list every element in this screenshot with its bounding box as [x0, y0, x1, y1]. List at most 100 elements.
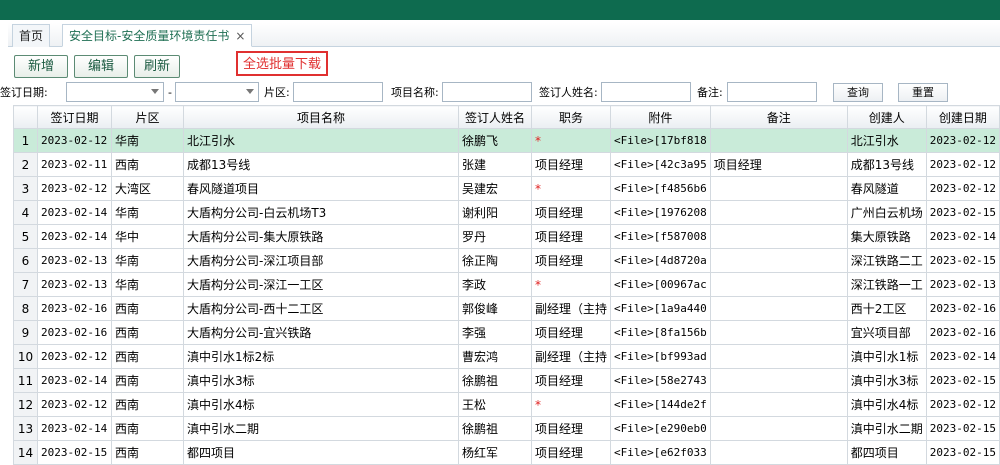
table-cell: 2023-02-12 — [37, 344, 112, 369]
add-button[interactable]: 新增 — [14, 55, 68, 78]
query-button[interactable]: 查询 — [833, 83, 883, 102]
table-cell: 项目经理 — [530, 224, 612, 249]
table-cell[interactable]: <File>[58e2743 — [610, 368, 711, 393]
table-cell[interactable]: <File>[e290eb0 — [610, 416, 711, 441]
table-cell: 2023-02-14 — [37, 200, 112, 225]
table-cell[interactable]: <File>[1a9a440 — [610, 296, 711, 321]
table-row[interactable]: 2 2023-02-11 西南 成都13号线 张建 项目经理 <File>[42c3a95 项… — [13, 152, 1000, 177]
project-name-label: 项目名称: — [391, 86, 439, 99]
table-cell: 项目经理 — [530, 248, 612, 273]
sign-date-start-field[interactable] — [66, 82, 164, 102]
table-cell: 张建 — [458, 152, 532, 177]
table-row[interactable]: 11 2023-02-14 西南 滇中引水3标 徐鹏祖 项目经理 <File>[58e274… — [13, 368, 1000, 393]
table-row[interactable]: 7 2023-02-13 华南 大盾构分公司-深江一工区 李政 * <File>[00967… — [13, 272, 1000, 297]
table-cell[interactable]: <File>[1976208 — [610, 200, 711, 225]
table-cell[interactable]: <File>[f4856b6 — [610, 176, 711, 201]
column-header[interactable]: 片区 — [111, 105, 184, 129]
tab-home[interactable]: 首页 — [12, 24, 51, 47]
contract-table: 签订日期 片区 项目名称 签订人姓名 职务 附件 备注 创建人 创建日期 1 20… — [13, 105, 1000, 465]
edit-button[interactable]: 编辑 — [74, 55, 128, 78]
table-cell: 李政 — [458, 272, 532, 297]
table-cell — [709, 248, 848, 273]
table-row[interactable]: 9 2023-02-16 西南 大盾构分公司-宜兴铁路 李强 项目经理 <File>[8fa… — [13, 320, 1000, 345]
table-cell[interactable]: <File>[144de2f — [610, 392, 711, 417]
reset-button[interactable]: 重置 — [898, 83, 948, 102]
table-cell: 徐鹏飞 — [458, 128, 532, 153]
table-cell: 西南 — [111, 296, 184, 321]
table-cell — [709, 272, 848, 297]
table-cell: 西十2工区 — [846, 296, 927, 321]
table-cell: 2023-02-12 — [925, 392, 1000, 417]
table-cell: 2023-02-16 — [925, 320, 1000, 345]
sign-date-end-field[interactable] — [175, 82, 259, 102]
table-cell: 大盾构分公司-西十二工区 — [183, 296, 459, 321]
tab-strip: 首页 安全目标-安全质量环境责任书 × — [8, 23, 1000, 47]
table-cell — [709, 128, 848, 153]
column-header[interactable]: 附件 — [610, 105, 711, 129]
row-number: 5 — [13, 224, 38, 249]
table-row[interactable]: 3 2023-02-12 大湾区 春风隧道项目 吴建宏 * <File>[f4856b6 春风… — [13, 176, 1000, 201]
table-cell: 西南 — [111, 344, 184, 369]
table-cell: 华南 — [111, 248, 184, 273]
table-cell: 大盾构分公司-白云机场T3 — [183, 200, 459, 225]
region-input[interactable] — [293, 82, 383, 102]
table-row[interactable]: 5 2023-02-14 华中 大盾构分公司-集大原铁路 罗丹 项目经理 <File>[f5… — [13, 224, 1000, 249]
tab-safety-responsibility[interactable]: 安全目标-安全质量环境责任书 × — [62, 24, 253, 47]
column-header[interactable]: 职务 — [530, 105, 612, 129]
column-header[interactable]: 签订人姓名 — [458, 105, 532, 129]
column-header[interactable]: 创建日期 — [925, 105, 1000, 129]
table-cell: 曹宏鸿 — [458, 344, 532, 369]
signer-name-label: 签订人姓名: — [539, 86, 598, 99]
signer-name-input[interactable] — [601, 82, 691, 102]
remark-input[interactable] — [727, 82, 817, 102]
table-cell: 深江铁路二工 — [846, 248, 927, 273]
top-banner — [0, 0, 1000, 20]
table-cell: 项目经理 — [530, 200, 612, 225]
table-cell[interactable]: <File>[8fa156b — [610, 320, 711, 345]
column-header[interactable]: 创建人 — [846, 105, 927, 129]
row-number: 11 — [13, 368, 38, 393]
table-row[interactable]: 12 2023-02-12 西南 滇中引水4标 王松 * <File>[144de2f 滇中引… — [13, 392, 1000, 417]
column-header[interactable]: 备注 — [709, 105, 848, 129]
table-cell: 滇中引水二期 — [846, 416, 927, 441]
refresh-button[interactable]: 刷新 — [134, 55, 180, 78]
table-row[interactable]: 10 2023-02-12 西南 滇中引水1标2标 曹宏鸿 副经理（主持 <File>[bf… — [13, 344, 1000, 369]
table-cell: 副经理（主持 — [530, 344, 612, 369]
table-row[interactable]: 6 2023-02-13 华南 大盾构分公司-深江项目部 徐正陶 项目经理 <File>[4… — [13, 248, 1000, 273]
chevron-down-icon[interactable] — [246, 89, 254, 94]
table-cell: 2023-02-13 — [37, 272, 112, 297]
table-cell: 大盾构分公司-深江一工区 — [183, 272, 459, 297]
table-cell[interactable]: <File>[bf993ad — [610, 344, 711, 369]
column-header[interactable]: 签订日期 — [37, 105, 112, 129]
table-cell: 西南 — [111, 416, 184, 441]
table-row[interactable]: 8 2023-02-16 西南 大盾构分公司-西十二工区 郭俊峰 副经理（主持 <File>… — [13, 296, 1000, 321]
table-row[interactable]: 13 2023-02-14 西南 滇中引水二期 徐鹏祖 项目经理 <File>[e290eb… — [13, 416, 1000, 441]
table-cell: 吴建宏 — [458, 176, 532, 201]
table-cell: 北江引水 — [846, 128, 927, 153]
table-cell — [709, 392, 848, 417]
table-cell: 华南 — [111, 200, 184, 225]
batch-download-button[interactable]: 全选批量下载 — [236, 51, 329, 76]
table-row[interactable]: 4 2023-02-14 华南 大盾构分公司-白云机场T3 谢利阳 项目经理 <File>[… — [13, 200, 1000, 225]
chevron-down-icon[interactable] — [151, 89, 159, 94]
table-row[interactable]: 1 2023-02-12 华南 北江引水 徐鹏飞 * <File>[17bf818 北江引水 2… — [13, 128, 1000, 153]
table-cell: 2023-02-12 — [925, 152, 1000, 177]
row-number: 4 — [13, 200, 38, 225]
project-name-input[interactable] — [442, 82, 532, 102]
table-cell: 2023-02-16 — [37, 320, 112, 345]
table-cell[interactable]: <File>[42c3a95 — [610, 152, 711, 177]
table-cell: 成都13号线 — [846, 152, 927, 177]
table-cell[interactable]: <File>[4d8720a — [610, 248, 711, 273]
table-cell: * — [530, 272, 612, 297]
row-number: 1 — [13, 128, 38, 153]
table-cell[interactable]: <File>[17bf818 — [610, 128, 711, 153]
table-cell[interactable]: <File>[00967ac — [610, 272, 711, 297]
table-cell: 2023-02-14 — [37, 224, 112, 249]
close-icon[interactable]: × — [235, 29, 245, 43]
table-cell: 2023-02-14 — [37, 368, 112, 393]
table-cell: 李强 — [458, 320, 532, 345]
table-cell[interactable]: <File>[f587008 — [610, 224, 711, 249]
table-cell: 华南 — [111, 272, 184, 297]
column-header[interactable]: 项目名称 — [183, 105, 459, 129]
table-cell: 2023-02-12 — [925, 128, 1000, 153]
